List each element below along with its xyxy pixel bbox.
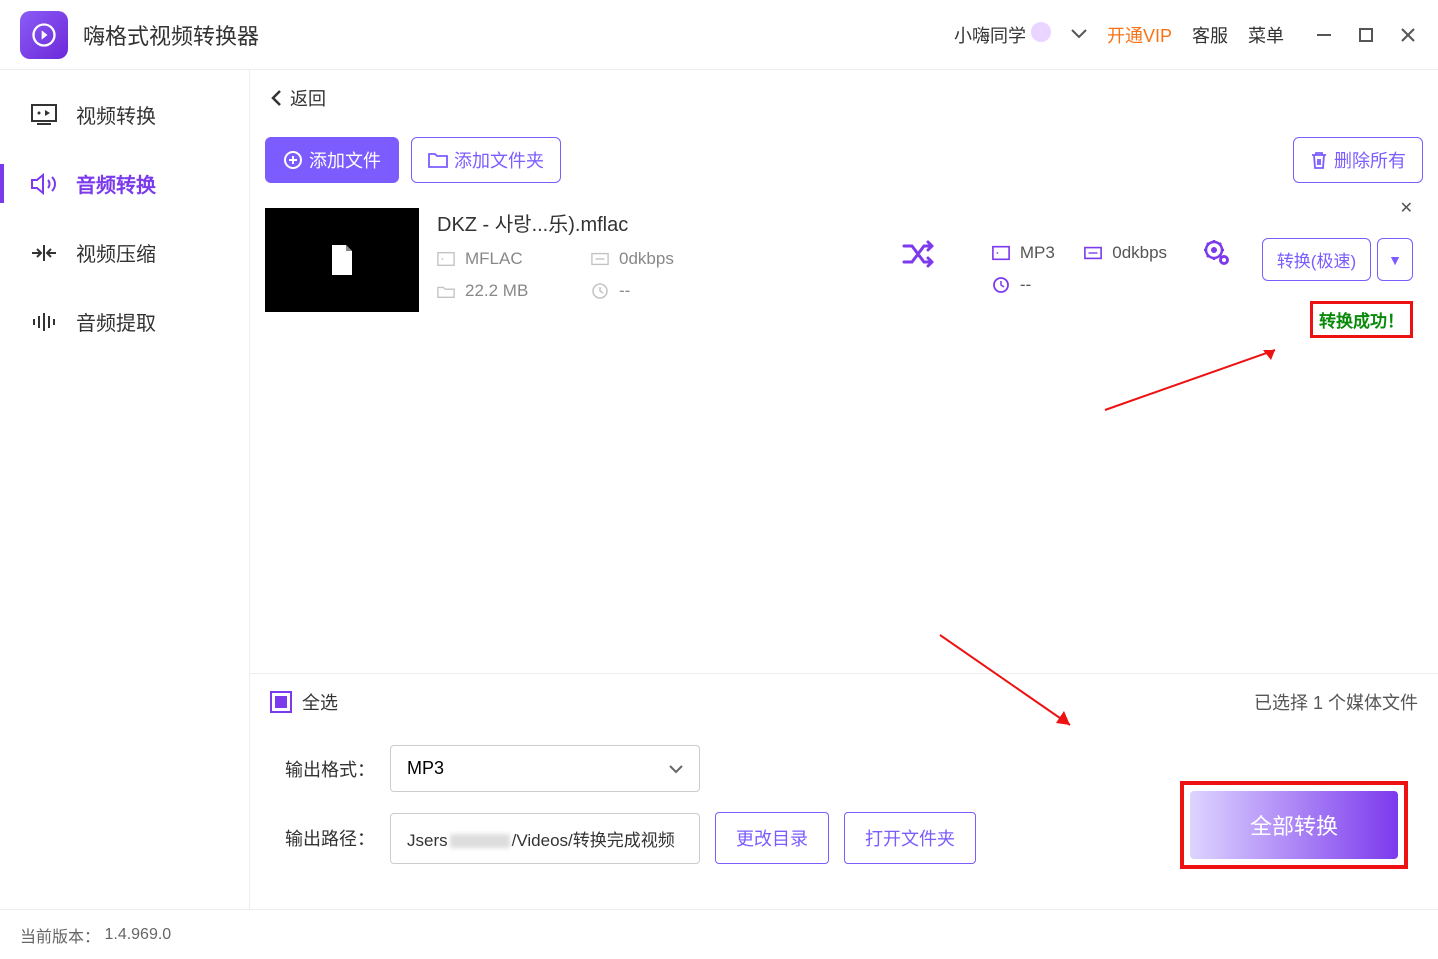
add-folder-button[interactable]: 添加文件夹 [411,137,561,183]
convert-all-highlight: 全部转换 [1180,781,1408,869]
format-icon [992,244,1010,262]
audio-extract-icon [30,308,58,336]
minimize-button[interactable] [1314,25,1334,45]
file-thumbnail[interactable] [265,208,419,312]
menu-link[interactable]: 菜单 [1248,22,1284,48]
sidebar-item-audio-extract[interactable]: 音频提取 [0,287,249,356]
output-path-field: Jsers/Videos/转换完成视频 [390,813,700,864]
output-format: MP3 [1020,243,1055,263]
toolbar: 添加文件 添加文件夹 删除所有 [250,127,1438,193]
duration-icon [591,282,609,300]
selected-count: 已选择 1 个媒体文件 [1254,689,1418,715]
footer: 当前版本： 1.4.969.0 [0,909,1438,959]
titlebar: 嗨格式视频转换器 小嗨同学 开通VIP 客服 菜单 [0,0,1438,70]
sidebar-item-video-convert[interactable]: 视频转换 [0,80,249,149]
version-label: 当前版本： [20,923,100,947]
open-folder-button[interactable]: 打开文件夹 [844,812,976,864]
back-label: 返回 [290,85,326,111]
chevron-down-icon [669,764,683,774]
file-item: ✕ DKZ - 사랑...乐).mflac MFLAC 0dkbps 22.2 … [265,193,1423,353]
maximize-button[interactable] [1356,25,1376,45]
bitrate-icon [1084,244,1102,262]
user-dropdown-caret-icon[interactable] [1071,26,1087,44]
gear-icon [1202,238,1232,268]
chevron-left-icon [270,89,282,107]
success-badge: 转换成功！ [1310,301,1413,338]
input-format: MFLAC [465,249,523,269]
trash-icon [1310,150,1328,170]
convert-button[interactable]: 转换(极速) [1262,238,1371,281]
output-format-value: MP3 [407,758,444,779]
input-bitrate: 0dkbps [619,249,674,269]
output-format-select[interactable]: MP3 [390,745,700,792]
sidebar-item-audio-convert[interactable]: 音频转换 [0,149,249,218]
settings-button[interactable] [1172,208,1262,268]
output-format-label: 输出格式： [285,756,375,782]
sidebar-item-label: 音频提取 [76,307,156,336]
audio-convert-icon [30,170,58,198]
sidebar-item-label: 视频转换 [76,100,156,129]
support-link[interactable]: 客服 [1192,22,1228,48]
duration-icon [992,276,1010,294]
plus-circle-icon [283,150,303,170]
select-all-checkbox[interactable] [270,691,292,713]
sidebar-item-label: 视频压缩 [76,238,156,267]
bitrate-icon [591,250,609,268]
output-bitrate: 0dkbps [1112,243,1167,263]
video-convert-icon [30,101,58,129]
video-compress-icon [30,239,58,267]
close-button[interactable] [1398,25,1418,45]
app-title: 嗨格式视频转换器 [83,19,259,51]
app-logo [20,11,68,59]
version: 1.4.969.0 [104,926,171,944]
play-file-icon [322,240,362,280]
back-button[interactable]: 返回 [270,85,326,111]
sidebar: 视频转换 音频转换 视频压缩 音频提取 [0,70,250,909]
user-name: 小嗨同学 [954,22,1051,48]
delete-all-button[interactable]: 删除所有 [1293,137,1423,183]
output-duration: -- [1020,275,1031,295]
convert-dropdown-button[interactable]: ▼ [1377,238,1413,281]
select-all-label: 全选 [302,689,338,715]
add-file-button[interactable]: 添加文件 [265,137,399,183]
output-path-label: 输出路径： [285,825,375,851]
file-name: DKZ - 사랑...乐).mflac [437,208,872,237]
file-list: ✕ DKZ - 사랑...乐).mflac MFLAC 0dkbps 22.2 … [250,193,1438,673]
shuffle-icon [902,238,942,270]
input-size: 22.2 MB [465,281,528,301]
input-duration: -- [619,281,630,301]
remove-file-button[interactable]: ✕ [1400,198,1413,218]
sidebar-item-video-compress[interactable]: 视频压缩 [0,218,249,287]
change-dir-button[interactable]: 更改目录 [715,812,829,864]
format-icon [437,250,455,268]
user-avatar-icon [1031,22,1051,42]
vip-link[interactable]: 开通VIP [1107,22,1172,48]
convert-all-button[interactable]: 全部转换 [1190,791,1398,859]
sidebar-item-label: 音频转换 [76,169,156,198]
folder-icon [428,151,448,169]
filesize-icon [437,282,455,300]
